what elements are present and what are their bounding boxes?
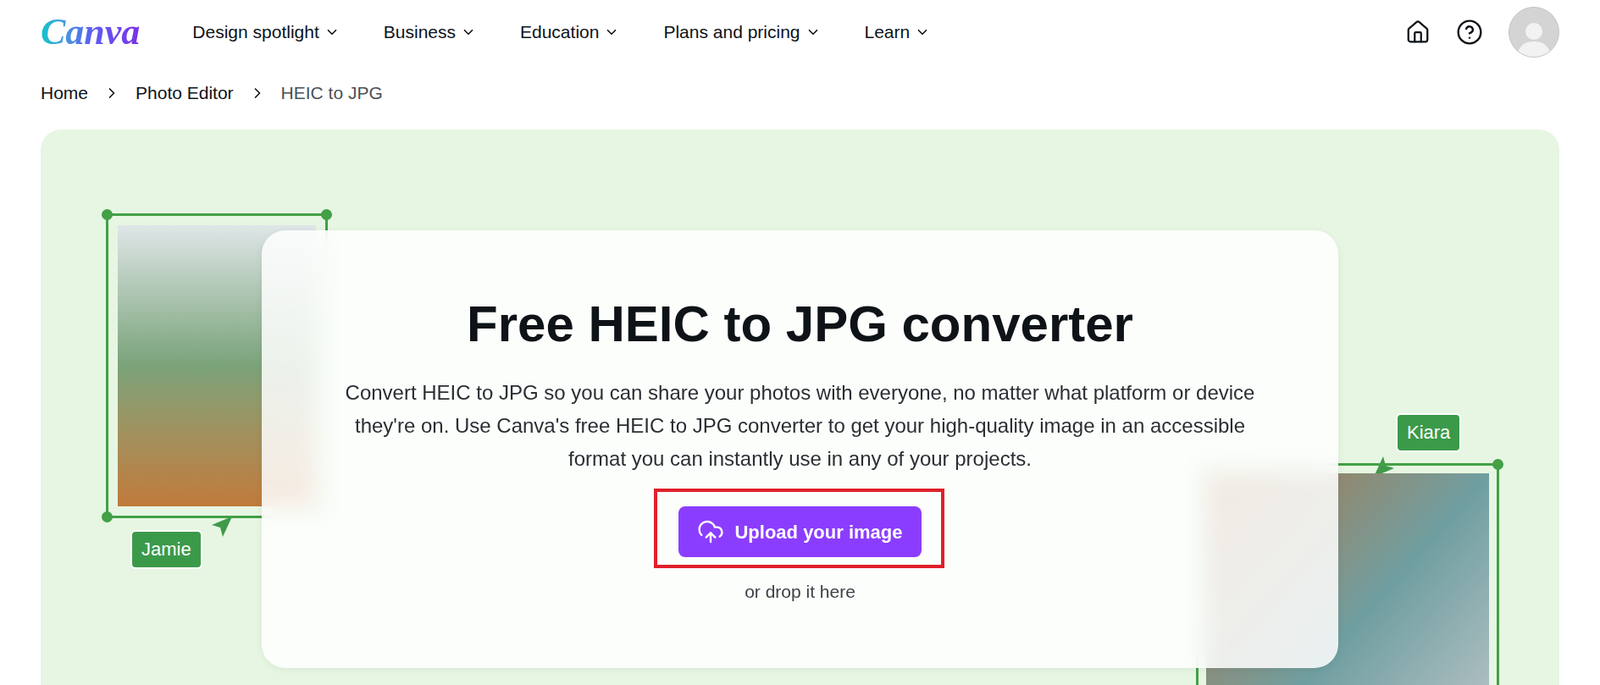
canva-logo[interactable]: Canva (40, 13, 144, 51)
collaborator-label: Jamie (130, 530, 203, 570)
frame-handle[interactable] (321, 209, 333, 221)
home-icon[interactable] (1405, 19, 1431, 45)
collaborator-label: Kiara (1395, 413, 1462, 453)
chevron-down-icon (324, 24, 340, 40)
chevron-down-icon (460, 24, 477, 40)
main-nav: Design spotlight Business Education Plans a… (192, 18, 931, 46)
help-icon[interactable] (1456, 18, 1484, 46)
frame-handle[interactable] (101, 511, 113, 523)
avatar[interactable] (1508, 6, 1560, 58)
frame-handle[interactable] (101, 209, 113, 221)
chevron-down-icon (914, 24, 931, 40)
chevron-right-icon (249, 84, 266, 102)
converter-card: Free HEIC to JPG converter Convert HEIC t… (261, 230, 1339, 669)
page: Canva Design spotlight Business Education Pl… (0, 0, 1600, 685)
frame-handle[interactable] (1492, 459, 1504, 471)
user-silhouette-icon (1513, 16, 1555, 57)
nav-item[interactable]: Learn (864, 18, 931, 46)
chevron-down-icon (805, 24, 821, 40)
top-bar: Canva Design spotlight Business Education Pl… (0, 0, 1600, 64)
nav-item[interactable]: Education (520, 18, 620, 46)
breadcrumb-item[interactable]: Home (40, 79, 89, 107)
highlight-box (653, 488, 944, 569)
header-actions (1405, 6, 1560, 58)
page-title: Free HEIC to JPG converter (466, 294, 1134, 355)
chevron-right-icon (103, 84, 121, 102)
hero: Jamie Kiara Free HEIC to JPG converter Conv… (40, 129, 1560, 685)
description: Convert HEIC to JPG so you can share you… (334, 376, 1267, 476)
nav-item[interactable]: Plans and pricing (663, 18, 820, 46)
nav-item[interactable]: Design spotlight (192, 18, 339, 46)
breadcrumb: Home Photo Editor HEIC to JPG (0, 63, 1600, 123)
chevron-down-icon (603, 24, 620, 40)
nav-item[interactable]: Business (383, 18, 477, 46)
upload-button[interactable]: Upload your image (678, 506, 921, 558)
breadcrumb-item: HEIC to JPG (281, 79, 383, 107)
cloud-upload-icon (697, 518, 725, 546)
cursor-arrow-icon (210, 514, 234, 539)
drop-hint: or drop it here (744, 581, 856, 604)
breadcrumb-item[interactable]: Photo Editor (135, 79, 234, 107)
